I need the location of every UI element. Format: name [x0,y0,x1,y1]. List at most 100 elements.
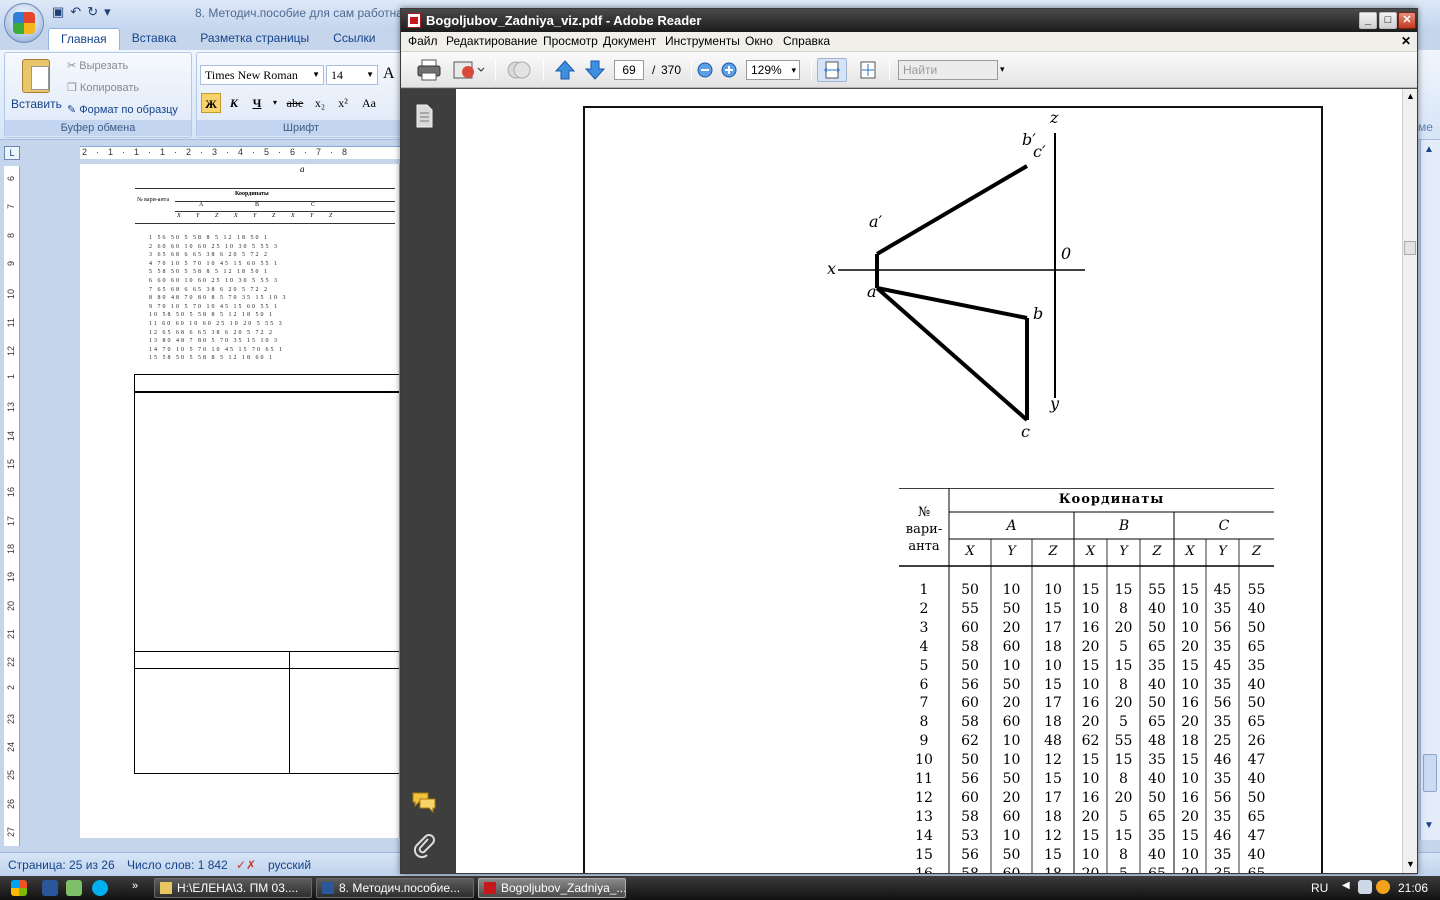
grow-font-button[interactable]: A [383,65,395,83]
table-row: 1658601820565203565 [899,865,1274,874]
scroll-down-icon[interactable]: ▼ [1406,859,1415,869]
superscript-button[interactable]: x² [333,93,353,113]
tray-expand-icon[interactable]: ◀ [1342,880,1350,891]
underline-button[interactable]: Ч [247,93,267,113]
coordinates-header: Координаты [1058,492,1165,507]
ruler-mark: 26 [6,798,16,809]
maximize-button[interactable]: □ [1379,12,1397,29]
coordinate-value: 40 [1247,846,1266,863]
zoom-in-icon[interactable] [719,58,739,82]
coordinate-value: 17 [1044,695,1062,712]
menu-window[interactable]: Окно [745,34,773,48]
spellcheck-icon[interactable]: ✓✗ [236,858,256,872]
menu-tools[interactable]: Инструменты [665,34,740,48]
coordinate-value: 18 [1181,733,1199,750]
pdf-icon [484,882,496,894]
coordinate-value: 16 [1181,789,1199,806]
start-button[interactable] [2,877,36,899]
close-document-icon[interactable]: ✕ [1401,34,1411,48]
paste-button[interactable]: Вставить [11,59,62,111]
customize-qat-icon[interactable]: ▾ [104,4,111,20]
quicklaunch-overflow-icon[interactable]: » [132,880,138,892]
reader-vertical-scrollbar[interactable]: ▲ ▼ [1402,89,1417,873]
pages-panel-icon[interactable] [413,103,435,132]
coordinate-value: 47 [1247,752,1266,769]
tab-insert[interactable]: Вставка [120,28,189,50]
chevron-down-icon: ▼ [366,70,374,79]
word-vertical-scrollbar[interactable]: ▲ ▼ [1420,140,1440,840]
word-quicklaunch-icon[interactable] [42,880,58,896]
status-page[interactable]: Страница: 25 из 26 [8,858,115,872]
save-icon[interactable]: ▣ [52,4,64,20]
find-input[interactable]: Найти [898,60,998,80]
tab-page-layout[interactable]: Разметка страницы [188,28,321,50]
office-button[interactable] [4,3,44,43]
fit-width-icon[interactable] [817,58,847,82]
language-indicator[interactable]: RU [1311,881,1328,895]
email-share-icon[interactable] [451,58,487,82]
scroll-up-icon[interactable]: ▲ [1424,144,1434,155]
zoom-out-icon[interactable] [695,58,715,82]
next-page-icon[interactable] [583,58,607,82]
menu-document[interactable]: Документ [603,34,656,48]
comment-cloud-icon[interactable] [505,58,533,82]
mini-table-rows: 1 56 50 5 58 8 5 12 18 50 1 2 60 60 10 60… [149,234,399,363]
menu-view[interactable]: Просмотр [543,34,598,48]
italic-button[interactable]: К [224,93,244,113]
tab-home[interactable]: Главная [48,28,120,50]
variant-number: 6 [919,676,929,693]
scroll-thumb[interactable] [1423,754,1437,792]
coordinate-value: 15 [1044,676,1062,693]
scroll-thumb[interactable] [1404,241,1416,255]
strikethrough-button[interactable]: abe [283,93,307,113]
redo-icon[interactable]: ↻ [87,4,98,20]
taskbar-item-folder[interactable]: H:\ЕЛЕНА\3. ПМ 03.... [154,878,312,898]
status-language[interactable]: русский [268,858,311,872]
chevron-down-icon: ▼ [312,70,320,79]
print-icon[interactable] [415,58,443,82]
undo-icon[interactable]: ↶ [70,4,81,20]
bold-button[interactable]: Ж [201,93,221,113]
tab-references[interactable]: Ссылки [321,28,387,50]
attachments-panel-icon[interactable] [413,833,435,862]
close-button[interactable]: ✕ [1398,12,1416,29]
tab-selector-button[interactable]: L [4,146,20,160]
cut-button[interactable]: ✂ Вырезать [67,59,128,72]
zoom-select[interactable]: 129% ▾ [746,60,800,80]
fit-page-icon[interactable] [855,58,881,82]
comments-panel-icon[interactable] [411,791,437,816]
find-options-icon[interactable]: ▾ [1000,64,1005,75]
menu-help[interactable]: Справка [783,34,830,48]
clock[interactable]: 21:06 [1398,881,1428,895]
taskbar-item-reader[interactable]: Bogoljubov_Zadniya_... [478,878,626,898]
document-viewport[interactable]: z b′ c′ a′ x 0 a b y c № вари-анта Коорд… [456,89,1402,873]
font-name-select[interactable]: Times New Roman ▼ [200,65,324,85]
page-number-input[interactable]: 69 [614,60,644,80]
change-case-button[interactable]: Aa [356,93,382,113]
ruler-mark: 24 [6,742,16,753]
tray-app-icon[interactable] [1376,880,1390,894]
coordinate-value: 40 [1148,600,1166,617]
coordinate-value: 35 [1213,676,1232,693]
network-icon[interactable] [1358,880,1372,894]
format-buttons: Ж К Ч ▾ abe x₂ x² Aa [201,93,382,113]
menu-file[interactable]: Файл [408,34,438,48]
format-painter-button[interactable]: ✎ Формат по образцу [67,103,178,116]
menu-edit[interactable]: Редактирование [446,34,537,48]
previous-page-icon[interactable] [553,58,577,82]
minimize-button[interactable]: _ [1359,12,1377,29]
status-words[interactable]: Число слов: 1 842 [127,858,228,872]
copy-button[interactable]: ❐ Копировать [67,81,139,94]
coordinate-value: 16 [1181,695,1199,712]
scroll-down-icon[interactable]: ▼ [1424,820,1434,831]
subscript-button[interactable]: x₂ [310,93,330,113]
chevron-down-icon[interactable]: ▾ [270,93,280,113]
skype-icon[interactable] [92,880,108,896]
chevron-down-icon: ▾ [791,65,796,75]
coordinate-value: 35 [1148,752,1166,769]
quicklaunch-icon[interactable] [66,880,82,896]
variant-number: 8 [919,714,929,731]
font-size-select[interactable]: 14 ▼ [326,65,378,85]
taskbar-item-word[interactable]: 8. Методич.пособие... [316,878,474,898]
scroll-up-icon[interactable]: ▲ [1406,91,1415,101]
